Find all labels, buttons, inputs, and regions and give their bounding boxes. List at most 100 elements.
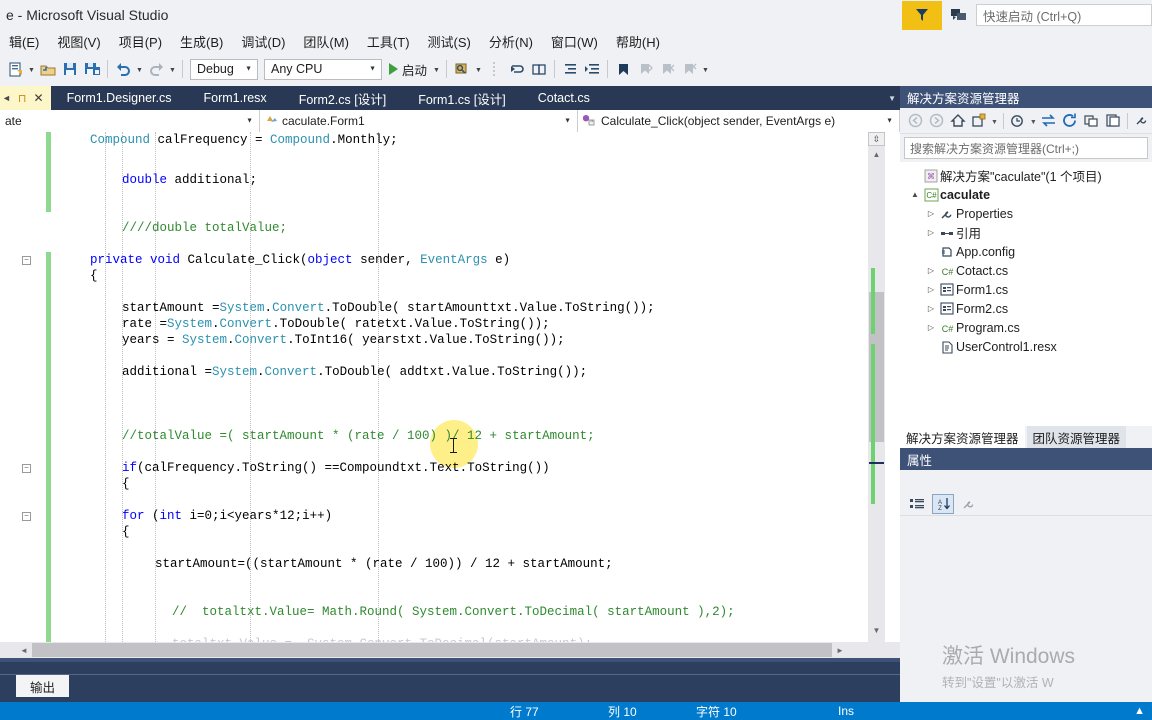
solution-explorer-search-input[interactable]: 搜索解决方案资源管理器(Ctrl+;) [904,137,1148,159]
dock-splitter[interactable] [0,658,900,662]
tree-item-cotact-cs[interactable]: ▷ C# Cotact.cs [900,261,1152,280]
menu-item-team[interactable]: 团队(M) [294,30,358,53]
feedback-flag-icon[interactable] [902,0,942,30]
status-expand-icon[interactable]: ▲ [1134,705,1145,717]
tab-cotact-cs[interactable]: Cotact.cs [522,86,606,110]
tree-item-program-cs[interactable]: ▷ C# Program.cs [900,318,1152,337]
tree-item-solution[interactable]: ⌘ 解决方案"caculate"(1 个项目) [900,166,1152,185]
refresh-icon[interactable] [1060,110,1080,132]
save-all-icon[interactable] [81,57,103,81]
attach-process-dropdown-icon[interactable]: ▼ [473,57,484,81]
menu-item-help[interactable]: 帮助(H) [607,30,669,53]
horizontal-scroll-thumb[interactable] [32,643,832,657]
expander-icon[interactable]: ▷ [924,228,938,237]
tree-item-form1-cs[interactable]: ▷ Form1.cs [900,280,1152,299]
quick-launch-input[interactable]: 快速启动 (Ctrl+Q) [976,4,1152,26]
menu-item-edit[interactable]: 辑(E) [0,30,48,53]
toolbar-overflow-icon[interactable]: ▼ [700,57,711,81]
menu-item-test[interactable]: 测试(S) [419,30,480,53]
navigate-back-icon[interactable] [905,110,925,132]
tree-item-app-config[interactable]: App.config [900,242,1152,261]
code-editor[interactable]: − − − Compound calFrequency = Compound.M… [0,132,900,642]
redo-icon[interactable] [145,57,167,81]
menu-item-project[interactable]: 项目(P) [110,30,171,53]
tab-form2-cs-design[interactable]: Form2.cs [设计] [283,86,403,110]
send-feedback-icon[interactable] [942,1,976,30]
chevron-down-icon[interactable]: ▼ [990,110,999,132]
close-icon[interactable]: ✕ [34,91,44,105]
expander-icon[interactable]: ▷ [924,209,938,218]
navigate-forward-icon[interactable] [926,110,946,132]
tab-overflow-icon[interactable]: ▼ [888,86,896,110]
tree-item-project-caculate[interactable]: ▲ C# caculate [900,185,1152,204]
indent-icon[interactable] [581,57,603,81]
editor-split-handle[interactable]: ⇳ [868,132,885,146]
menu-item-view[interactable]: 视图(V) [48,30,109,53]
tree-item-form2-cs[interactable]: ▷ Form2.cs [900,299,1152,318]
bookmark-icon[interactable] [612,57,634,81]
scroll-up-icon[interactable]: ▲ [868,146,885,162]
tree-item-references[interactable]: ▷ 引用 [900,223,1152,242]
tab-output[interactable]: 输出 [16,675,70,697]
step-into-icon[interactable] [506,57,528,81]
previous-bookmark-icon[interactable] [634,57,656,81]
expander-icon[interactable]: ▷ [924,304,938,313]
alphabetical-view-icon[interactable]: A Z [932,493,954,514]
open-file-icon[interactable] [37,57,59,81]
outdent-icon[interactable] [559,57,581,81]
new-project-dropdown-icon[interactable]: ▼ [26,57,37,81]
solution-tree[interactable]: ⌘ 解决方案"caculate"(1 个项目) ▲ C# caculate ▷ … [900,162,1152,430]
tab-form1-designer-cs[interactable]: Form1.Designer.cs [51,86,188,110]
active-document-stub[interactable]: ◄ ⊓ ✕ [0,86,51,110]
menu-item-debug[interactable]: 调试(D) [232,30,294,53]
type-combo[interactable]: caculate.Form1 ▼ [260,110,578,132]
tab-scroll-left-icon[interactable]: ◄ [2,93,11,103]
pin-icon[interactable]: ⊓ [18,92,27,105]
save-icon[interactable] [59,57,81,81]
solution-platform-combo[interactable]: Any CPU ▼ [264,58,382,80]
expander-icon[interactable]: ▷ [924,323,938,332]
categorized-view-icon[interactable] [906,494,928,514]
project-combo[interactable]: ate ▼ [0,110,260,132]
editor-vertical-scrollbar[interactable]: ▲ ▼ [868,132,885,642]
start-debug-dropdown-icon[interactable]: ▼ [431,57,442,81]
show-all-files-icon[interactable] [1102,110,1122,132]
scroll-down-icon[interactable]: ▼ [868,622,885,638]
editor-horizontal-scrollbar[interactable]: ◄ ► [0,642,900,658]
tab-form1-cs-design[interactable]: Form1.cs [设计] [402,86,522,110]
clear-bookmarks-icon[interactable] [678,57,700,81]
expander-icon[interactable]: ▷ [924,285,938,294]
pending-history-icon[interactable] [1008,110,1028,132]
tab-form1-resx[interactable]: Form1.resx [187,86,282,110]
step-over-icon[interactable] [528,57,550,81]
redo-dropdown-icon[interactable]: ▼ [167,57,178,81]
menu-item-build[interactable]: 生成(B) [171,30,232,53]
sync-with-active-document-icon[interactable] [1039,110,1059,132]
attach-process-icon[interactable] [451,57,473,81]
member-combo[interactable]: Calculate_Click(object sender, EventArgs… [578,110,900,132]
code-text[interactable]: Compound calFrequency = Compound.Monthly… [0,132,860,642]
tab-solution-explorer[interactable]: 解决方案资源管理器 [900,426,1025,448]
properties-grid[interactable] [900,516,1152,702]
home-icon[interactable] [948,110,968,132]
tree-item-properties[interactable]: ▷ Properties [900,204,1152,223]
next-bookmark-icon[interactable] [656,57,678,81]
property-pages-icon[interactable] [958,494,980,514]
undo-icon[interactable] [112,57,134,81]
scroll-right-icon[interactable]: ► [832,642,848,658]
menu-item-tools[interactable]: 工具(T) [358,30,419,53]
expander-icon[interactable]: ▷ [924,266,938,275]
chevron-down-icon[interactable]: ▼ [1029,110,1038,132]
pending-changes-icon[interactable] [969,110,989,132]
properties-window-icon[interactable] [1132,110,1152,132]
undo-dropdown-icon[interactable]: ▼ [134,57,145,81]
start-debug-button[interactable]: 启动 [385,57,431,81]
collapse-all-icon[interactable] [1081,110,1101,132]
menu-item-window[interactable]: 窗口(W) [542,30,607,53]
expander-icon[interactable]: ▲ [908,190,922,199]
menu-item-analyze[interactable]: 分析(N) [480,30,542,53]
new-project-icon[interactable] [4,57,26,81]
tab-team-explorer[interactable]: 团队资源管理器 [1026,426,1127,448]
tree-item-usercontrol1-resx[interactable]: UserControl1.resx [900,337,1152,356]
scroll-left-icon[interactable]: ◄ [16,642,32,658]
